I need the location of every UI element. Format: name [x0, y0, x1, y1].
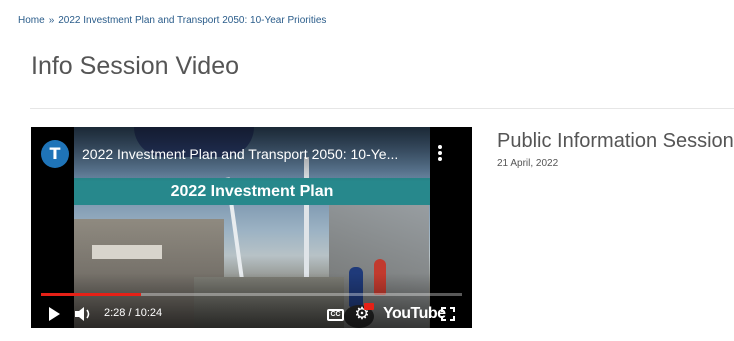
closed-captions-icon[interactable]: CC	[327, 309, 344, 321]
video-banner: 2022 Investment Plan	[74, 178, 430, 205]
progress-bar[interactable]	[41, 293, 462, 296]
breadcrumb-current-link[interactable]: 2022 Investment Plan and Transport 2050:…	[58, 15, 326, 26]
volume-icon[interactable]	[74, 305, 94, 323]
divider	[30, 108, 734, 109]
channel-logo[interactable]: T	[41, 140, 69, 168]
hd-badge	[364, 303, 374, 310]
more-options-icon[interactable]	[435, 144, 445, 164]
breadcrumb-home-link[interactable]: Home	[18, 15, 45, 26]
breadcrumb: Home» 2022 Investment Plan and Transport …	[18, 15, 326, 26]
play-icon[interactable]	[49, 307, 60, 321]
progress-fill	[41, 293, 141, 296]
station-ledge	[92, 245, 162, 259]
session-title: Public Information Session	[497, 130, 734, 152]
video-player[interactable]: 2022 Investment Plan T 2022 Investment P…	[31, 127, 472, 328]
page-title: Info Session Video	[31, 52, 240, 80]
breadcrumb-separator: »	[48, 15, 55, 26]
fullscreen-icon[interactable]	[441, 307, 455, 321]
video-title[interactable]: 2022 Investment Plan and Transport 2050:…	[82, 146, 398, 162]
session-date: 21 April, 2022	[497, 158, 559, 169]
youtube-logo[interactable]: YouTube	[383, 305, 446, 323]
time-display: 2:28 / 10:24	[104, 307, 163, 319]
